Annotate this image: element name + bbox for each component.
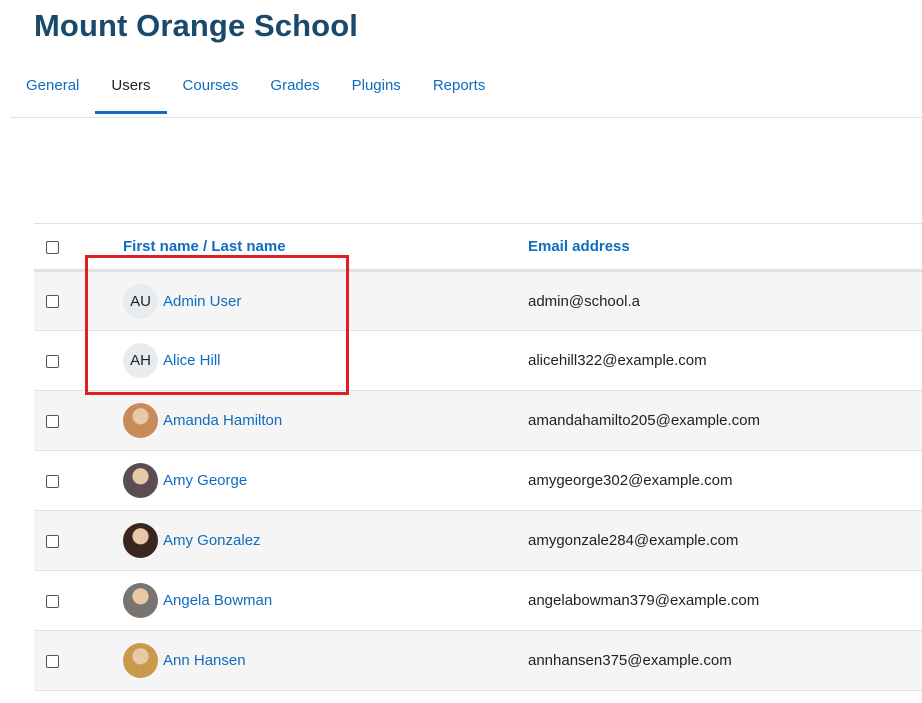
row-select-checkbox[interactable]	[46, 354, 59, 368]
row-select-checkbox[interactable]	[46, 414, 59, 428]
user-name-link[interactable]: Amanda Hamilton	[163, 412, 282, 429]
user-email: amandahamilto205@example.com	[528, 412, 761, 429]
row-select-checkbox[interactable]	[46, 594, 59, 608]
table-row: AU Admin User admin@school.a	[34, 270, 922, 331]
table-row: Amanda Hamilton amandahamilto205@example.…	[34, 390, 922, 451]
table-row: Amy Gonzalez amygonzale284@example.com	[34, 510, 922, 571]
column-header-email[interactable]: Email address	[528, 224, 922, 271]
row-select-checkbox[interactable]	[46, 534, 59, 548]
user-name-link[interactable]: Angela Bowman	[163, 592, 272, 609]
avatar[interactable]	[123, 523, 158, 558]
user-name-link[interactable]: Amy George	[163, 472, 247, 489]
avatar[interactable]	[123, 583, 158, 618]
column-header-name[interactable]: First name / Last name	[123, 224, 528, 271]
tab-reports[interactable]: Reports	[417, 60, 502, 114]
user-email: amygeorge302@example.com	[528, 472, 733, 489]
tab-courses[interactable]: Courses	[167, 60, 255, 114]
avatar[interactable]: AU	[123, 283, 158, 319]
tab-grades[interactable]: Grades	[254, 60, 335, 114]
row-select-checkbox[interactable]	[46, 654, 59, 668]
user-email: amygonzale284@example.com	[528, 532, 739, 549]
user-email: annhansen375@example.com	[528, 652, 732, 669]
table-row: Angela Bowman angelabowman379@example.com	[34, 571, 922, 631]
avatar[interactable]	[123, 643, 158, 678]
user-email: admin@school.a	[528, 292, 640, 310]
tab-general[interactable]: General	[10, 60, 95, 114]
user-name-link[interactable]: Amy Gonzalez	[163, 532, 261, 549]
user-email: angelabowman379@example.com	[528, 592, 760, 609]
user-name-link[interactable]: Alice Hill	[163, 352, 221, 369]
avatar[interactable]	[123, 463, 158, 498]
tab-users[interactable]: Users	[95, 60, 167, 114]
table-row: Ann Hansen annhansen375@example.com	[34, 630, 922, 691]
user-name-link[interactable]: Ann Hansen	[163, 652, 246, 669]
user-email: alicehill322@example.com	[528, 352, 707, 369]
select-all-checkbox[interactable]	[46, 240, 59, 254]
user-name-link[interactable]: Admin User	[163, 293, 241, 310]
tab-plugins[interactable]: Plugins	[336, 60, 417, 114]
table-row: Amy George amygeorge302@example.com	[34, 451, 922, 511]
row-select-checkbox[interactable]	[46, 295, 59, 309]
table-header-row: First name / Last name Email address	[34, 223, 922, 271]
row-select-checkbox[interactable]	[46, 474, 59, 488]
page-title: Mount Orange School	[34, 8, 358, 43]
avatar[interactable]: AH	[123, 343, 158, 378]
users-table: First name / Last name Email address AU A…	[34, 223, 922, 691]
avatar[interactable]	[123, 403, 158, 438]
table-row: AH Alice Hill alicehill322@example.com	[34, 331, 922, 391]
admin-tabs: General Users Courses Grades Plugins Rep…	[10, 60, 922, 118]
